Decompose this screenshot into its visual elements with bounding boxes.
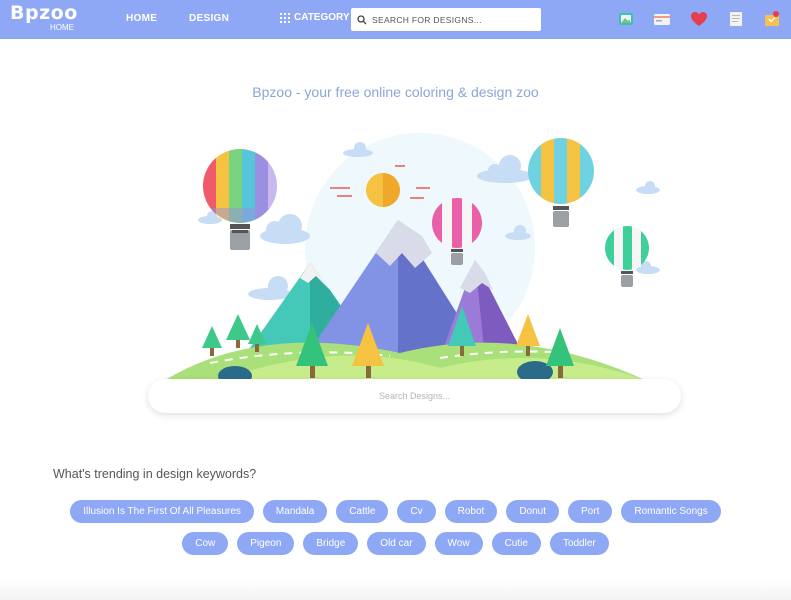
logo-home-label[interactable]: HOME [50, 23, 74, 32]
header-search-input[interactable] [372, 14, 532, 25]
main-search-box[interactable] [148, 379, 681, 413]
keyword-chip[interactable]: Toddler [549, 532, 609, 555]
top-navigation-bar: Bpzoo HOME HOME DESIGN CATEGORY [0, 0, 791, 39]
trending-chips-row-2: Cow Pigeon Bridge Old car Wow Cutie Todd… [0, 532, 791, 555]
cart-icon[interactable] [763, 10, 781, 28]
balloon-icon [528, 138, 594, 227]
main-search-input[interactable] [174, 391, 655, 401]
keyword-chip[interactable]: Port [568, 500, 613, 523]
heart-icon[interactable] [690, 10, 708, 28]
header-search-box[interactable] [351, 8, 541, 31]
keyword-chip[interactable]: Old car [367, 532, 426, 555]
keyword-chip[interactable]: Cv [397, 500, 436, 523]
document-icon[interactable] [727, 10, 745, 28]
keyword-chip[interactable]: Cutie [491, 532, 541, 555]
keyword-chip[interactable]: Wow [434, 532, 483, 555]
page-footer-edge [0, 580, 791, 600]
nav-home-link[interactable]: HOME [126, 13, 157, 24]
search-icon [357, 14, 367, 24]
page-tagline: Bpzoo - your free online coloring & desi… [252, 84, 539, 100]
trending-chips-row-1: Illusion Is The First Of All Pleasures M… [0, 500, 791, 523]
keyword-chip[interactable]: Cattle [336, 500, 389, 523]
nav-category-label: CATEGORY [294, 12, 350, 23]
trending-title: What's trending in design keywords? [53, 467, 257, 481]
keyword-chip[interactable]: Bridge [303, 532, 359, 555]
nav-category-link[interactable]: CATEGORY [280, 12, 350, 23]
picture-frame-icon[interactable] [617, 10, 635, 28]
grid-icon [280, 12, 290, 23]
card-icon[interactable] [653, 10, 671, 28]
nav-design-link[interactable]: DESIGN [189, 13, 229, 24]
keyword-chip[interactable]: Mandala [262, 500, 328, 523]
keyword-chip[interactable]: Romantic Songs [621, 500, 721, 523]
logo[interactable]: Bpzoo [10, 2, 78, 24]
balloon-icon [605, 226, 649, 287]
keyword-chip[interactable]: Illusion Is The First Of All Pleasures [70, 500, 254, 523]
keyword-chip[interactable]: Cow [182, 532, 229, 555]
hero-illustration [165, 133, 660, 386]
keyword-chip[interactable]: Pigeon [237, 532, 295, 555]
keyword-chip[interactable]: Robot [444, 500, 498, 523]
keyword-chip[interactable]: Donut [506, 500, 560, 523]
